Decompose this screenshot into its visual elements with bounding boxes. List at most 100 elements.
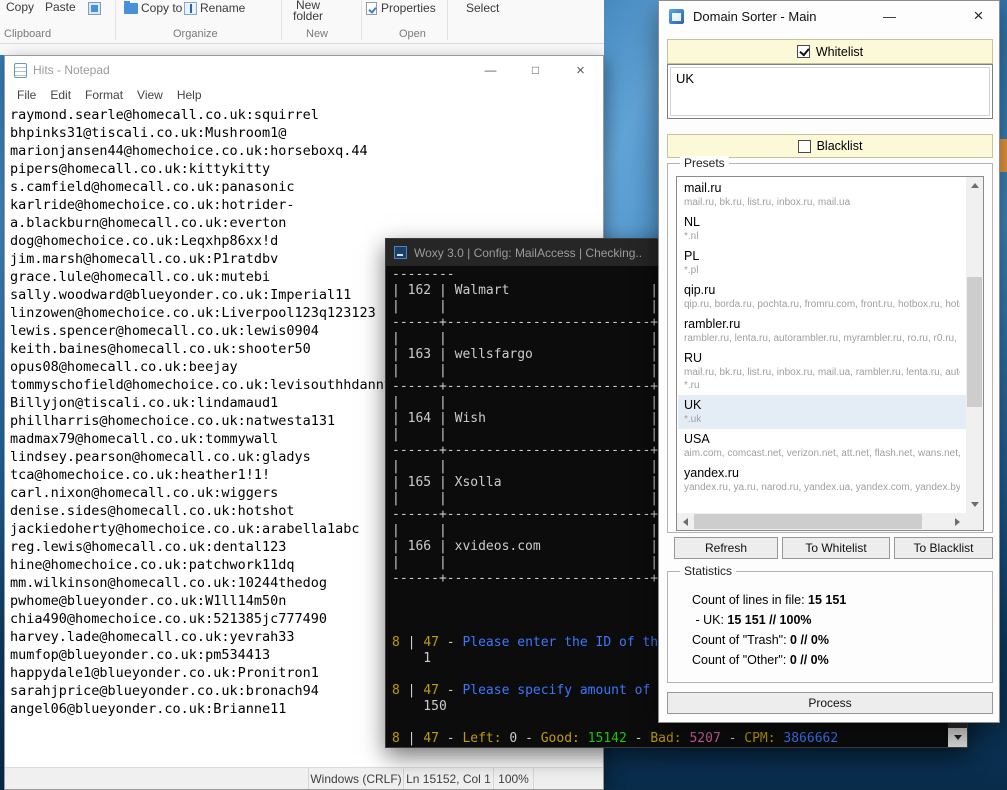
maximize-button[interactable]: □ [513, 56, 558, 84]
new-folder-label-2: folder [288, 11, 328, 22]
whitelist-value: UK [670, 67, 990, 116]
ribbon-separator [361, 0, 362, 40]
preset-domains: *.uk [684, 413, 960, 426]
stat-line: - UK: 15 151 // 100% [692, 610, 992, 630]
minimize-button[interactable]: — [468, 56, 513, 84]
preset-name: USA [684, 431, 960, 447]
presets-horizontal-scrollbar[interactable] [677, 513, 966, 530]
domain-sorter-window: Domain Sorter - Main — × Whitelist UK Bl… [658, 0, 1000, 723]
menu-view[interactable]: View [130, 88, 170, 102]
statistics-group-label: Statistics [680, 564, 736, 578]
credential-line: s.camfield@homecall.co.uk:panasonic [10, 178, 603, 196]
organize-group-label: Organize [173, 28, 218, 40]
preset-item-uk[interactable]: UK*.uk [678, 395, 966, 429]
statistics-lines: Count of lines in file: 15 151 - UK: 15 … [668, 572, 992, 670]
preset-name: qip.ru [684, 282, 960, 298]
copy-button[interactable]: Copy [6, 0, 34, 14]
new-folder-button[interactable]: New folder [288, 0, 328, 22]
notepad-titlebar: Hits - Notepad — □ × [5, 56, 603, 84]
status-zoom: 100% [493, 768, 533, 789]
close-button[interactable]: × [956, 1, 1001, 31]
credential-line: bhpinks31@tiscali.co.uk:Mushroom1@ [10, 124, 603, 142]
credential-line: raymond.searle@homecall.co.uk:squirrel [10, 106, 603, 124]
preset-name: UK [684, 397, 960, 413]
status-cursor-position: Ln 15152, Col 1 [403, 768, 493, 789]
stat-line: Count of "Trash": 0 // 0% [692, 630, 992, 650]
stat-line: Count of "Other": 0 // 0% [692, 650, 992, 670]
preset-name: RU [684, 350, 960, 366]
paste-button[interactable]: Paste [45, 0, 76, 14]
minimize-button[interactable]: — [867, 1, 912, 31]
preset-item-pl[interactable]: PL*.pl [678, 246, 966, 280]
to-blacklist-button[interactable]: To Blacklist [894, 537, 993, 559]
preset-name: NL [684, 214, 960, 230]
credential-line: karlride@homechoice.co.uk:hotrider- [10, 196, 603, 214]
blacklist-panel: Blacklist [667, 134, 993, 158]
stat-line: Count of lines in file: 15 151 [692, 590, 992, 610]
notepad-icon [14, 63, 27, 78]
status-spacer [5, 768, 308, 789]
preset-item-yandex.ru[interactable]: yandex.ruyandex.ru, ya.ru, narod.ru, yan… [678, 463, 966, 497]
presets-listbox: mail.rumail.ru, bk.ru, list.ru, inbox.ru… [676, 176, 984, 531]
blacklist-checkbox[interactable] [798, 140, 811, 153]
menu-format[interactable]: Format [78, 88, 130, 102]
credential-line: marionjansen44@homechoice.co.uk:horsebox… [10, 142, 603, 160]
close-button[interactable]: × [558, 56, 603, 84]
preset-domains: aim.com, comcast.net, verizon.net, att.n… [684, 447, 960, 460]
status-line-ending: Windows (CRLF) [308, 768, 403, 789]
notepad-title: Hits - Notepad [33, 63, 110, 77]
preset-domains: yandex.ru, ya.ru, narod.ru, yandex.ua, y… [684, 481, 960, 494]
scroll-down-icon[interactable] [966, 496, 983, 513]
paste-shortcut-icon[interactable] [88, 2, 101, 15]
console-app-icon [394, 246, 407, 259]
preset-item-rambler.ru[interactable]: rambler.rurambler.ru, lenta.ru, autoramb… [678, 314, 966, 348]
presets-group: Presets mail.rumail.ru, bk.ru, list.ru, … [667, 163, 993, 533]
preset-domains: *.pl [684, 264, 960, 277]
preset-item-mail.ru[interactable]: mail.rumail.ru, bk.ru, list.ru, inbox.ru… [678, 178, 966, 212]
properties-button[interactable]: Properties [381, 1, 436, 15]
whitelist-checkbox[interactable] [797, 45, 810, 58]
scroll-right-icon[interactable] [949, 513, 966, 530]
sorter-title: Domain Sorter - Main [693, 9, 817, 24]
scroll-down-icon[interactable] [948, 728, 967, 747]
copy-to-icon [124, 3, 138, 14]
desktop-edge-accent [1000, 139, 1007, 172]
preset-domains: qip.ru, borda.ru, pochta.ru, fromru.com,… [684, 298, 960, 311]
credential-line: a.blackburn@homecall.co.uk:everton [10, 214, 603, 232]
to-whitelist-button[interactable]: To Whitelist [782, 537, 890, 559]
explorer-ribbon: Copy Paste Clipboard Copy to Rename Orga… [0, 0, 604, 55]
preset-item-usa[interactable]: USAaim.com, comcast.net, verizon.net, at… [678, 429, 966, 463]
menu-edit[interactable]: Edit [43, 88, 78, 102]
copy-to-button[interactable]: Copy to [141, 1, 182, 15]
ribbon-separator [447, 0, 448, 40]
preset-name: yandex.ru [684, 465, 960, 481]
whitelist-panel: Whitelist [667, 39, 993, 64]
select-button[interactable]: Select [466, 1, 499, 15]
preset-item-qip.ru[interactable]: qip.ruqip.ru, borda.ru, pochta.ru, fromr… [678, 280, 966, 314]
vertical-scroll-thumb[interactable] [967, 277, 982, 407]
status-empty [533, 768, 603, 789]
scroll-left-icon[interactable] [677, 513, 694, 530]
presets-vertical-scrollbar[interactable] [966, 177, 983, 513]
horizontal-scroll-thumb[interactable] [694, 514, 922, 529]
scroll-up-icon[interactable] [966, 177, 983, 194]
sorter-titlebar: Domain Sorter - Main — × [659, 1, 999, 31]
presets-list: mail.rumail.ru, bk.ru, list.ru, inbox.ru… [678, 178, 966, 513]
console-title: Woxy 3.0 | Config: MailAccess | Checking… [414, 246, 642, 260]
preset-name: PL [684, 248, 960, 264]
ribbon-separator [115, 0, 116, 40]
preset-name: mail.ru [684, 180, 960, 196]
preset-domains: mail.ru, bk.ru, list.ru, inbox.ru, mail.… [684, 196, 960, 209]
preset-item-nl[interactable]: NL*.nl [678, 212, 966, 246]
whitelist-textarea[interactable]: UK [667, 64, 993, 119]
menu-file[interactable]: File [10, 88, 43, 102]
preset-item-ru[interactable]: RUmail.ru, bk.ru, list.ru, inbox.ru, mai… [678, 348, 966, 395]
refresh-button[interactable]: Refresh [674, 537, 778, 559]
rename-button[interactable]: Rename [200, 1, 245, 15]
menu-help[interactable]: Help [170, 88, 209, 102]
new-group-label: New [306, 28, 328, 40]
process-button[interactable]: Process [667, 692, 993, 714]
console-line: 8 | 47 - Left: 0 - Good: 15142 - Bad: 52… [392, 731, 947, 747]
properties-icon [366, 2, 377, 15]
clipboard-group-label: Clipboard [4, 28, 51, 40]
